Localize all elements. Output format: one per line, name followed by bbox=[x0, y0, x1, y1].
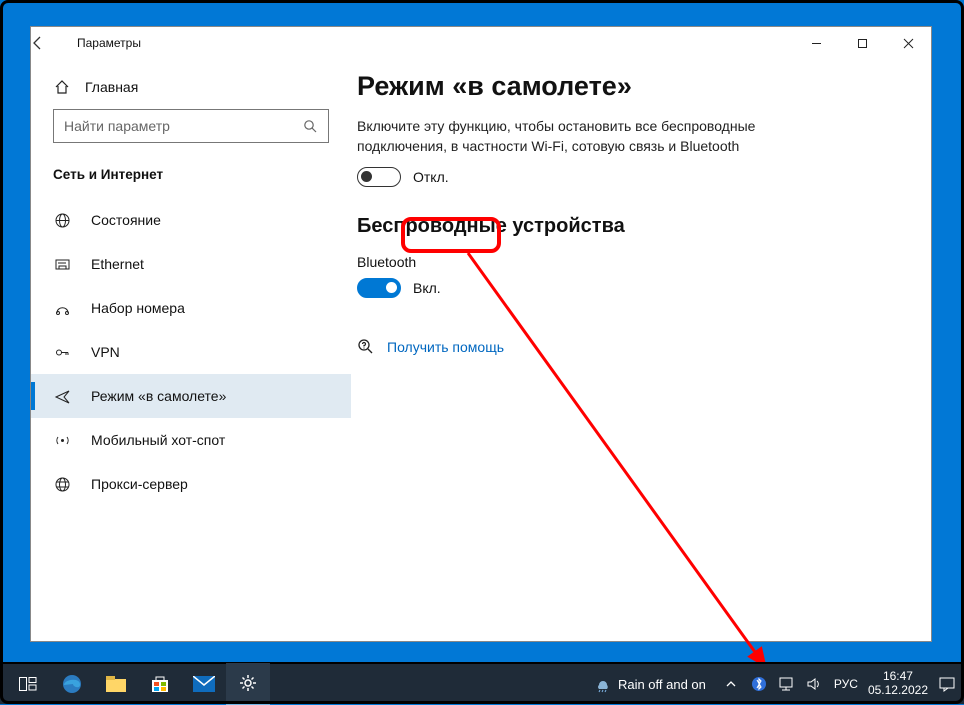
mail-icon[interactable] bbox=[182, 663, 226, 705]
nav-dialup[interactable]: Набор номера bbox=[31, 286, 351, 330]
network-tray-icon[interactable] bbox=[778, 675, 796, 693]
home-link[interactable]: Главная bbox=[31, 77, 351, 109]
minimize-button[interactable] bbox=[793, 27, 839, 59]
clock[interactable]: 16:47 05.12.2022 bbox=[868, 670, 928, 698]
section-title: Сеть и Интернет bbox=[31, 163, 351, 198]
airplane-toggle-label: Откл. bbox=[413, 169, 449, 185]
task-view-button[interactable] bbox=[6, 663, 50, 705]
nav-label: Режим «в самолете» bbox=[91, 388, 226, 404]
nav-vpn[interactable]: VPN bbox=[31, 330, 351, 374]
hotspot-icon bbox=[53, 432, 71, 449]
window-title: Параметры bbox=[77, 36, 141, 50]
system-tray: Rain off and on РУС 16:47 05.12.2022 bbox=[594, 670, 964, 698]
volume-tray-icon[interactable] bbox=[806, 675, 824, 693]
settings-window: Параметры Главная Найти параметр bbox=[30, 26, 932, 642]
store-icon[interactable] bbox=[138, 663, 182, 705]
vpn-icon bbox=[53, 344, 71, 361]
tray-chevron-icon[interactable] bbox=[722, 675, 740, 693]
date: 05.12.2022 bbox=[868, 684, 928, 698]
description: Включите эту функцию, чтобы остановить в… bbox=[357, 116, 827, 157]
help-link[interactable]: Получить помощь bbox=[387, 339, 504, 355]
airplane-toggle-row: Откл. bbox=[357, 167, 907, 187]
proxy-icon bbox=[53, 476, 71, 493]
bluetooth-toggle[interactable] bbox=[357, 278, 401, 298]
help-icon bbox=[357, 338, 375, 356]
weather-text: Rain off and on bbox=[618, 677, 706, 692]
bluetooth-toggle-row: Вкл. bbox=[357, 278, 907, 298]
nav-status[interactable]: Состояние bbox=[31, 198, 351, 242]
language-indicator[interactable]: РУС bbox=[834, 677, 858, 691]
edge-icon[interactable] bbox=[50, 663, 94, 705]
explorer-icon[interactable] bbox=[94, 663, 138, 705]
close-button[interactable] bbox=[885, 27, 931, 59]
maximize-button[interactable] bbox=[839, 27, 885, 59]
help-row: Получить помощь bbox=[357, 338, 907, 356]
nav: Состояние Ethernet Набор номера bbox=[31, 198, 351, 506]
home-icon bbox=[53, 79, 71, 95]
back-button[interactable] bbox=[31, 36, 71, 50]
action-center-icon[interactable] bbox=[938, 675, 956, 693]
nav-label: Ethernet bbox=[91, 256, 144, 272]
nav-label: VPN bbox=[91, 344, 120, 360]
taskbar-icons bbox=[0, 663, 270, 705]
time: 16:47 bbox=[868, 670, 928, 684]
globe-icon bbox=[53, 212, 71, 229]
settings-icon[interactable] bbox=[226, 663, 270, 705]
ethernet-icon bbox=[53, 256, 71, 273]
nav-airplane[interactable]: Режим «в самолете» bbox=[31, 374, 351, 418]
airplane-icon bbox=[53, 388, 71, 405]
nav-label: Набор номера bbox=[91, 300, 185, 316]
search-input[interactable]: Найти параметр bbox=[53, 109, 329, 143]
bluetooth-toggle-label: Вкл. bbox=[413, 280, 441, 296]
content: Режим «в самолете» Включите эту функцию,… bbox=[351, 59, 931, 641]
window-controls bbox=[793, 27, 931, 59]
nav-hotspot[interactable]: Мобильный хот-спот bbox=[31, 418, 351, 462]
nav-label: Прокси-сервер bbox=[91, 476, 188, 492]
home-label: Главная bbox=[85, 79, 138, 95]
weather-widget[interactable]: Rain off and on bbox=[594, 675, 706, 693]
search-placeholder: Найти параметр bbox=[64, 118, 170, 134]
wireless-section-title: Беспроводные устройства bbox=[357, 215, 907, 238]
titlebar: Параметры bbox=[31, 27, 931, 59]
page-title: Режим «в самолете» bbox=[357, 71, 907, 102]
bluetooth-label: Bluetooth bbox=[357, 254, 907, 270]
sidebar: Главная Найти параметр Сеть и Интернет С… bbox=[31, 59, 351, 641]
nav-label: Мобильный хот-спот bbox=[91, 432, 225, 448]
airplane-toggle[interactable] bbox=[357, 167, 401, 187]
search-icon bbox=[303, 119, 318, 134]
nav-proxy[interactable]: Прокси-сервер bbox=[31, 462, 351, 506]
nav-ethernet[interactable]: Ethernet bbox=[31, 242, 351, 286]
nav-label: Состояние bbox=[91, 212, 161, 228]
bluetooth-tray-icon[interactable] bbox=[750, 675, 768, 693]
taskbar: Rain off and on РУС 16:47 05.12.2022 bbox=[0, 662, 964, 704]
dialup-icon bbox=[53, 300, 71, 317]
